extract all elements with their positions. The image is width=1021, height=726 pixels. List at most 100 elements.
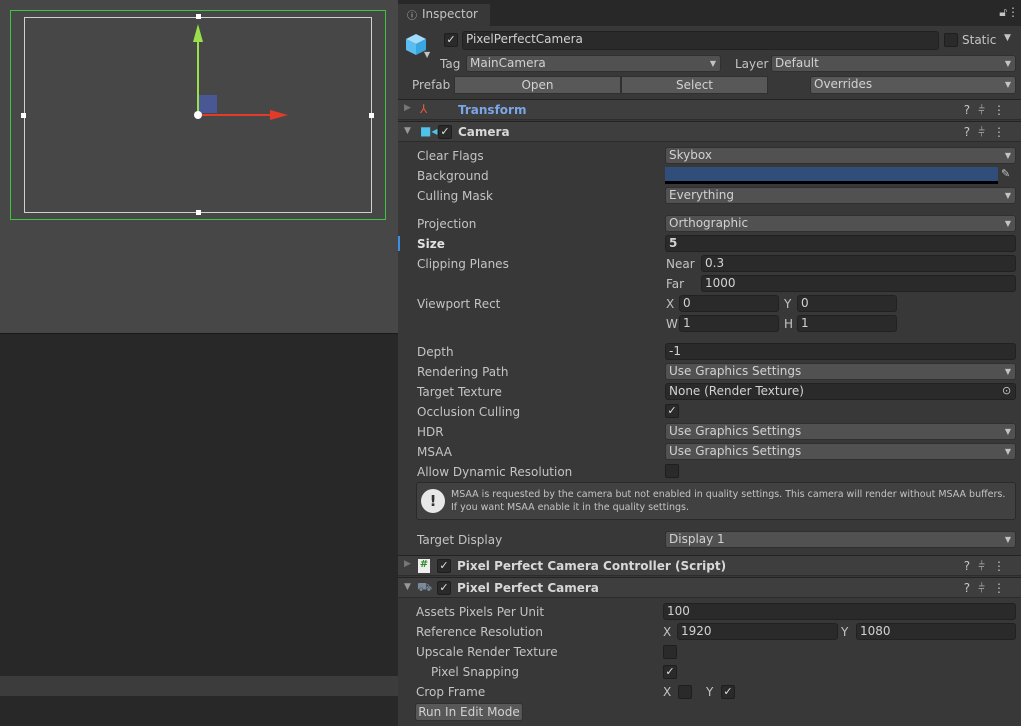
crop-y-checkbox[interactable]: ✓ bbox=[721, 685, 735, 699]
script-icon: # bbox=[418, 559, 430, 573]
component-title: Pixel Perfect Camera Controller (Script) bbox=[457, 559, 727, 573]
clear-flags-label: Clear Flags bbox=[417, 149, 484, 163]
viewport-w-field[interactable]: 1 bbox=[679, 315, 779, 332]
near-label: Near bbox=[666, 257, 695, 271]
object-picker-icon[interactable]: ⊙ bbox=[1002, 384, 1011, 397]
msaa-label: MSAA bbox=[417, 445, 452, 459]
component-header-icons[interactable]: ?⫩⋮ bbox=[964, 103, 1013, 118]
pixel-perfect-camera-header[interactable]: ▼ ⛟ ✓ Pixel Perfect Camera ?⫩⋮ bbox=[398, 577, 1021, 598]
tab-inspector[interactable]: ⓘ Inspector bbox=[398, 4, 490, 26]
target-display-label: Target Display bbox=[417, 533, 503, 547]
crop-x-checkbox[interactable] bbox=[678, 685, 692, 699]
prefab-open-button[interactable]: Open bbox=[454, 76, 621, 94]
resize-handle[interactable] bbox=[196, 14, 201, 19]
clear-flags-dropdown[interactable]: Skybox bbox=[665, 147, 1016, 164]
viewport-y-field[interactable]: 0 bbox=[797, 295, 897, 312]
static-checkbox[interactable] bbox=[944, 33, 958, 47]
transform-header[interactable]: ▶ ⅄ Transform ?⫩⋮ bbox=[398, 99, 1021, 120]
resize-handle[interactable] bbox=[369, 113, 374, 118]
clipping-planes-label: Clipping Planes bbox=[417, 257, 509, 271]
component-header-icons[interactable]: ?⫩⋮ bbox=[964, 125, 1013, 140]
object-name-field[interactable]: PixelPerfectCamera bbox=[462, 31, 939, 50]
hdr-dropdown[interactable]: Use Graphics Settings bbox=[665, 423, 1016, 440]
layer-dropdown[interactable]: Default bbox=[771, 55, 1016, 72]
info-icon: ⓘ bbox=[407, 11, 417, 22]
collapse-arrow-icon[interactable]: ▼ bbox=[404, 126, 411, 136]
controller-script-header[interactable]: ▶ # ✓ Pixel Perfect Camera Controller (S… bbox=[398, 555, 1021, 576]
ppu-field[interactable]: 100 bbox=[663, 603, 1016, 620]
scene-view[interactable] bbox=[0, 0, 398, 333]
upscale-label: Upscale Render Texture bbox=[416, 645, 558, 659]
background-label: Background bbox=[417, 169, 489, 183]
expand-arrow-icon[interactable]: ▶ bbox=[404, 103, 411, 113]
tab-bar: ⓘ Inspector 🔓︎ ⋮ bbox=[398, 0, 1021, 26]
camera-icon: ■◂ bbox=[420, 124, 438, 138]
run-in-edit-mode-button[interactable]: Run In Edit Mode bbox=[415, 703, 523, 721]
culling-mask-dropdown[interactable]: Everything bbox=[665, 187, 1016, 204]
viewport-w-label: W bbox=[666, 317, 678, 331]
tab-label: Inspector bbox=[422, 7, 478, 21]
projection-dropdown[interactable]: Orthographic bbox=[665, 215, 1016, 232]
depth-field[interactable]: -1 bbox=[665, 343, 1016, 360]
ref-x-field[interactable]: 1920 bbox=[677, 623, 838, 640]
target-texture-label: Target Texture bbox=[417, 385, 502, 399]
viewport-x-label: X bbox=[666, 297, 675, 311]
prefab-label: Prefab bbox=[412, 78, 451, 92]
target-texture-field[interactable]: None (Render Texture) bbox=[665, 383, 1016, 400]
expand-arrow-icon[interactable]: ▶ bbox=[404, 559, 411, 569]
far-label: Far bbox=[666, 277, 685, 291]
near-field[interactable]: 0.3 bbox=[701, 255, 1016, 272]
upscale-checkbox[interactable] bbox=[663, 645, 677, 659]
viewport-y-label: Y bbox=[784, 297, 792, 311]
overrides-dropdown[interactable]: Overrides bbox=[810, 76, 1016, 94]
far-field[interactable]: 1000 bbox=[701, 275, 1016, 292]
pixel-snapping-checkbox[interactable]: ✓ bbox=[663, 665, 677, 679]
component-title: Camera bbox=[458, 125, 510, 139]
move-gizmo-icon[interactable] bbox=[180, 20, 300, 130]
viewport-h-field[interactable]: 1 bbox=[797, 315, 897, 332]
occlusion-culling-label: Occlusion Culling bbox=[417, 405, 521, 419]
active-checkbox[interactable]: ✓ bbox=[444, 33, 458, 47]
crop-x-label: X bbox=[663, 685, 672, 699]
rendering-path-label: Rendering Path bbox=[417, 365, 509, 379]
tag-label: Tag bbox=[440, 57, 461, 71]
icon-dropdown-icon[interactable]: ▼ bbox=[424, 50, 430, 59]
component-header-icons[interactable]: ?⫩⋮ bbox=[964, 559, 1013, 574]
component-header-icons[interactable]: ?⫩⋮ bbox=[964, 581, 1013, 596]
viewport-rect-label: Viewport Rect bbox=[417, 297, 501, 311]
transform-icon: ⅄ bbox=[420, 102, 428, 116]
ppc-enabled-checkbox[interactable]: ✓ bbox=[437, 581, 451, 595]
depth-label: Depth bbox=[417, 345, 454, 359]
dynamic-resolution-checkbox[interactable] bbox=[665, 464, 679, 478]
camera-header[interactable]: ▼ ■◂ ✓ Camera ?⫩⋮ bbox=[398, 121, 1021, 142]
crop-y-label: Y bbox=[706, 685, 714, 699]
lock-icon[interactable]: 🔓︎ bbox=[999, 5, 1007, 20]
controller-enabled-checkbox[interactable]: ✓ bbox=[437, 559, 451, 573]
panel-toolbar bbox=[0, 676, 398, 696]
crop-frame-label: Crop Frame bbox=[416, 685, 486, 699]
static-label: Static bbox=[962, 33, 997, 47]
occlusion-culling-checkbox[interactable]: ✓ bbox=[665, 404, 679, 418]
viewport-x-field[interactable]: 0 bbox=[679, 295, 779, 312]
dynamic-resolution-label: Allow Dynamic Resolution bbox=[417, 465, 573, 479]
resize-handle[interactable] bbox=[196, 210, 201, 215]
target-display-dropdown[interactable]: Display 1 bbox=[665, 531, 1016, 548]
static-dropdown-icon[interactable]: ▼ bbox=[1004, 33, 1011, 43]
modified-indicator bbox=[398, 236, 400, 251]
collapse-arrow-icon[interactable]: ▼ bbox=[404, 582, 411, 592]
more-icon[interactable]: ⋮ bbox=[1007, 5, 1019, 19]
warning-icon: ! bbox=[421, 489, 445, 513]
size-field[interactable]: 5 bbox=[665, 235, 1016, 252]
resize-handle[interactable] bbox=[21, 113, 26, 118]
eyedropper-icon[interactable]: ✎ bbox=[1001, 167, 1010, 180]
prefab-select-button[interactable]: Select bbox=[621, 76, 768, 94]
background-color-field[interactable] bbox=[665, 167, 998, 184]
msaa-dropdown[interactable]: Use Graphics Settings bbox=[665, 443, 1016, 460]
ref-y-label: Y bbox=[841, 625, 849, 639]
ref-y-field[interactable]: 1080 bbox=[856, 623, 1016, 640]
ref-x-label: X bbox=[663, 625, 672, 639]
tag-dropdown[interactable]: MainCamera bbox=[466, 55, 721, 72]
camera-enabled-checkbox[interactable]: ✓ bbox=[438, 125, 452, 139]
layer-label: Layer bbox=[735, 57, 769, 71]
rendering-path-dropdown[interactable]: Use Graphics Settings bbox=[665, 363, 1016, 380]
